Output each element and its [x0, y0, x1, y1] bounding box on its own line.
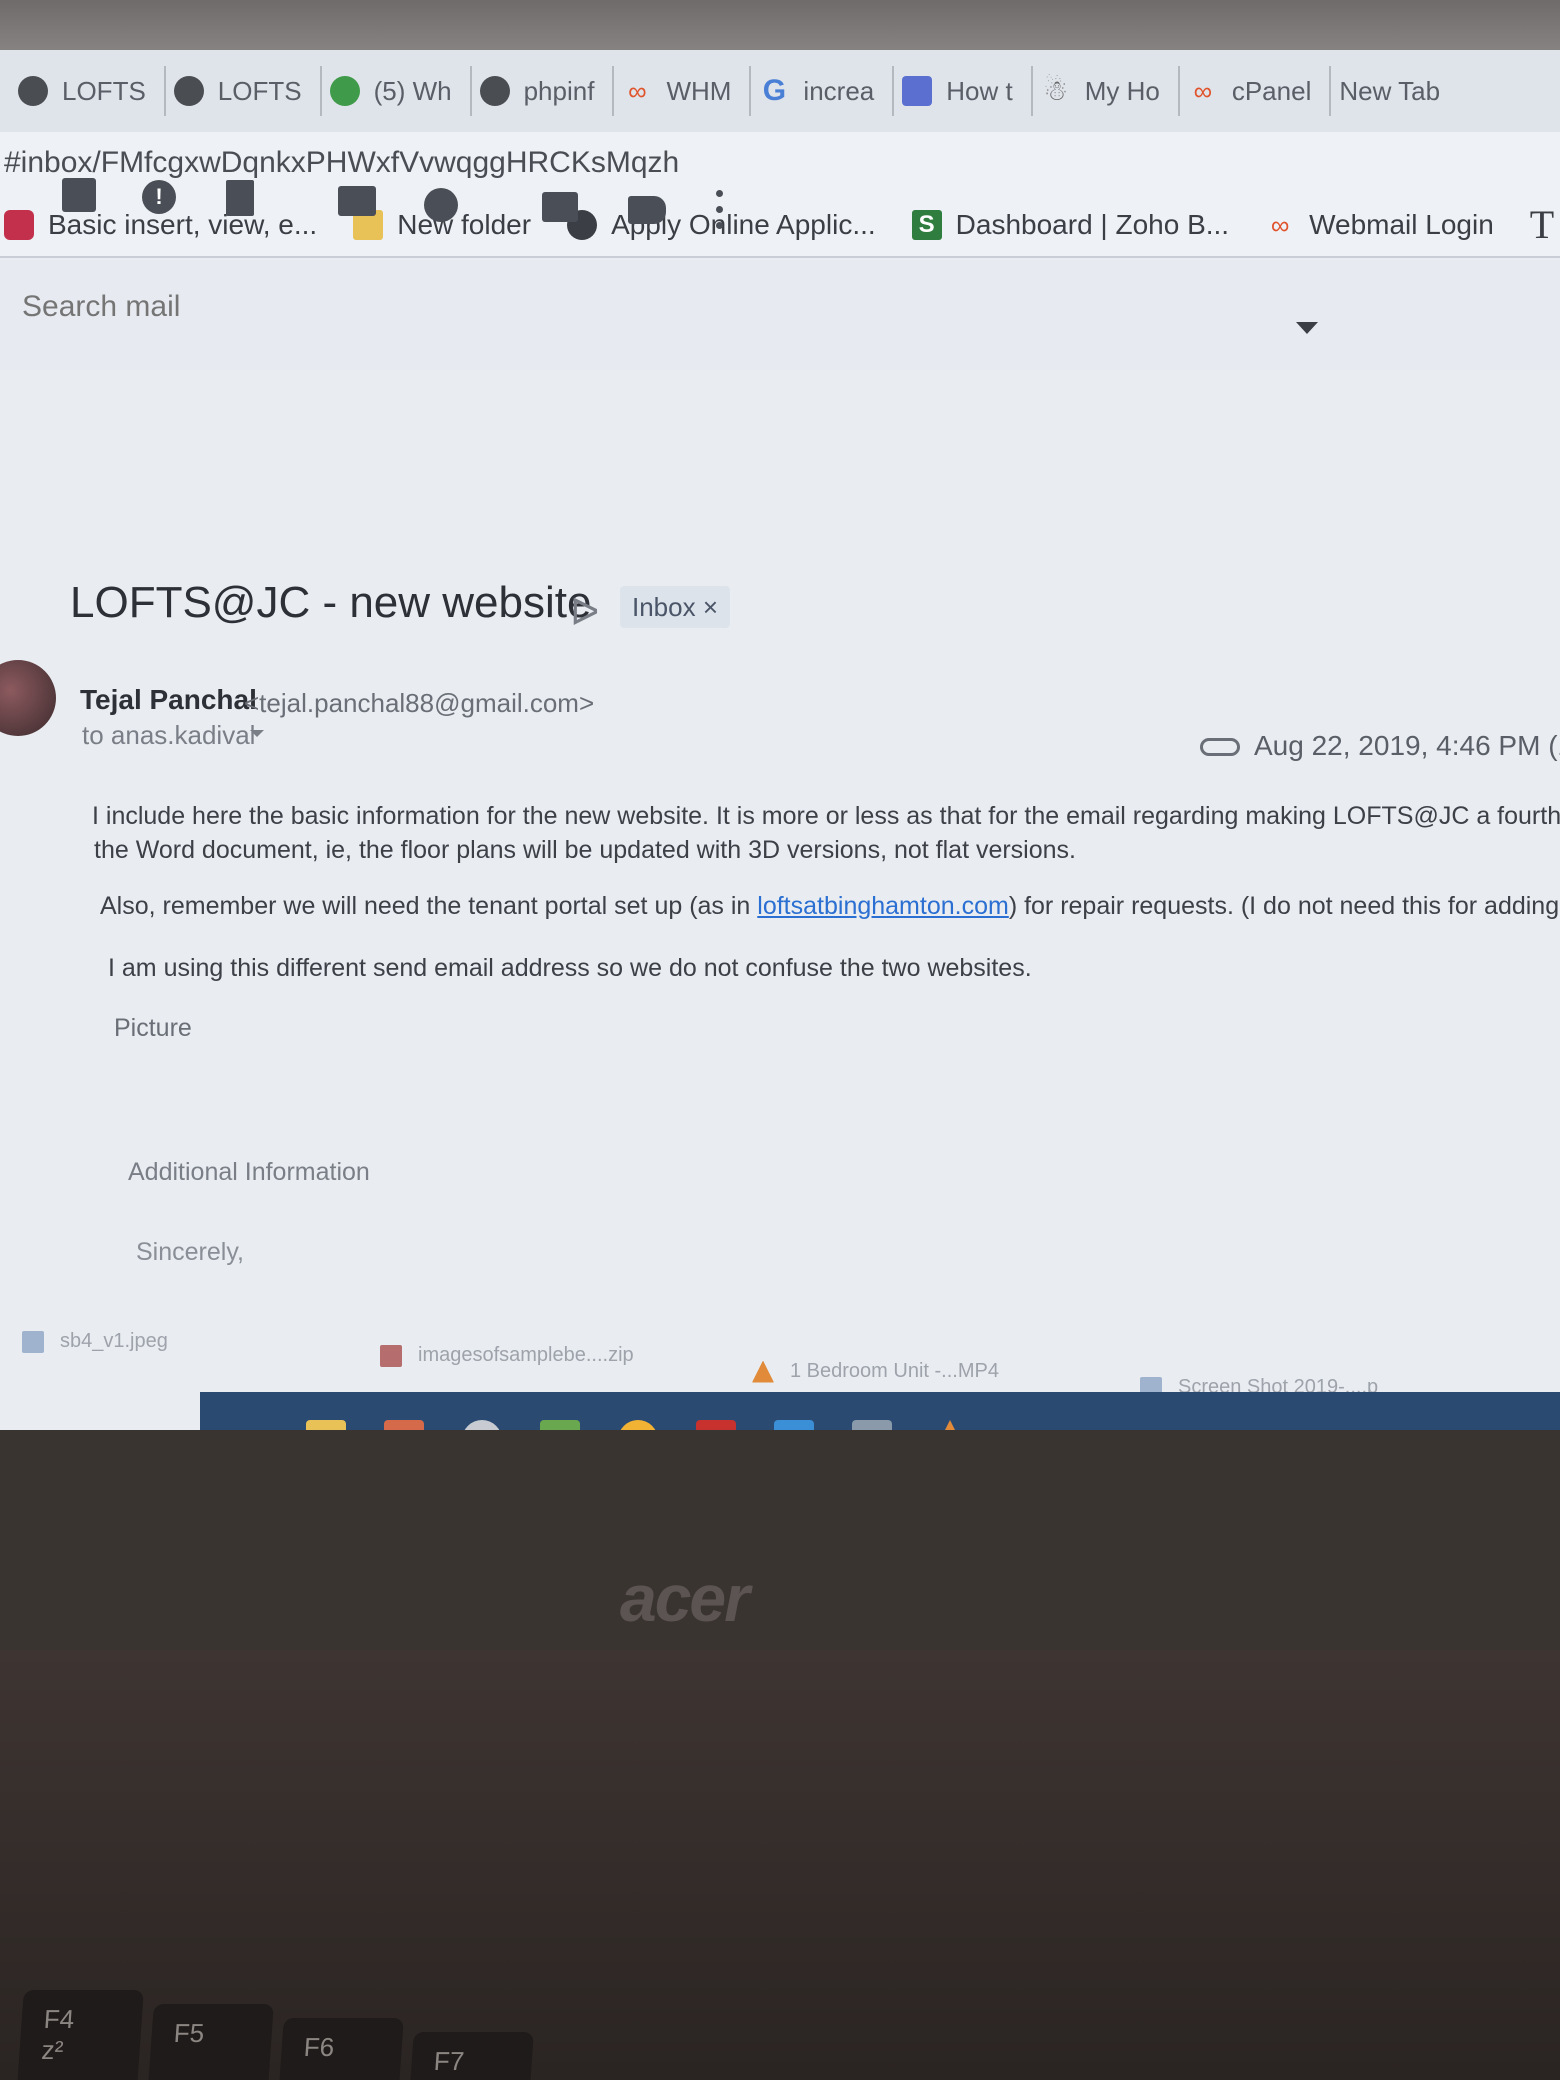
t-icon: T — [1529, 202, 1555, 247]
tab-how-to[interactable]: How t — [894, 66, 1033, 116]
avatar[interactable] — [0, 660, 56, 736]
attachment-icon — [1200, 738, 1240, 756]
keyboard-deck: F4 z² F5 F6 F7 — [0, 1650, 1560, 2080]
screen: LOFTS LOFTS (5) Wh phpinf ∞ WHM Gincrea H… — [0, 50, 1560, 1560]
move-to-icon[interactable] — [542, 192, 578, 222]
bookmark-label: New folder — [397, 209, 532, 240]
tab-cpanel[interactable]: ∞ cPanel — [1180, 66, 1332, 116]
globe-icon — [18, 76, 48, 106]
image-file-icon — [22, 1330, 44, 1353]
tab-whm[interactable]: ∞ WHM — [614, 66, 752, 116]
email-subject: LOFTS@JC - new website — [70, 578, 592, 627]
mark-unread-icon[interactable] — [338, 186, 376, 216]
tab-whatsapp[interactable]: (5) Wh — [322, 66, 472, 116]
brand-logo: acer — [620, 1561, 750, 1635]
tab-new-tab[interactable]: New Tab — [1331, 66, 1458, 116]
key-sub-label: z² — [40, 2035, 65, 2065]
tab-label: LOFTS — [62, 75, 146, 106]
body-line: Also, remember we will need the tenant p… — [100, 892, 1560, 921]
more-icon[interactable] — [716, 190, 724, 230]
search-options-caret-icon[interactable] — [1296, 322, 1318, 334]
globe-icon — [479, 76, 510, 106]
download-item[interactable]: sb4_v1.jpeg — [22, 1330, 168, 1353]
key-label: F4 — [42, 2004, 76, 2034]
sign-off: Sincerely, — [136, 1238, 244, 1266]
download-item[interactable]: imagesofsamplebe....zip — [380, 1344, 634, 1367]
laptop-bezel — [0, 1430, 1560, 1650]
body-line: I include here the basic information for… — [92, 802, 1560, 830]
download-name: imagesofsamplebe....zip — [418, 1344, 634, 1366]
url-text: #inbox/FMfcgxwDqnkxPHWxfVvwqggHRCKsMqzh — [4, 146, 680, 179]
search-area — [0, 260, 1560, 370]
body-line: I am using this different send email add… — [108, 954, 1032, 982]
bookmark-webmail[interactable]: ∞ Webmail Login — [1265, 209, 1494, 241]
report-spam-icon[interactable]: ! — [142, 180, 176, 214]
search-input[interactable] — [22, 290, 1222, 324]
bookmark-label: Dashboard | Zoho B... — [955, 209, 1230, 240]
tab-label: cPanel — [1231, 75, 1312, 106]
key-f7: F7 — [406, 2032, 534, 2080]
tab-google[interactable]: Gincrea — [751, 66, 895, 116]
bookmark-zoho[interactable]: S Dashboard | Zoho B... — [911, 209, 1230, 241]
key-f4: F4 z² — [16, 1990, 144, 2080]
inbox-label-chip[interactable]: Inbox × — [620, 586, 731, 628]
sender-email: <tejal.panchal88@gmail.com> — [244, 688, 595, 718]
archive-icon[interactable] — [62, 178, 96, 212]
bookmark-co[interactable]: TCo — [1529, 202, 1560, 247]
google-icon: G — [762, 74, 787, 107]
tab-label: How t — [946, 75, 1013, 106]
bookmark-label: Basic insert, view, e... — [48, 209, 318, 240]
website-link[interactable]: loftsatbinghamton.com — [757, 892, 1009, 920]
additional-info-heading: Additional Information — [128, 1158, 370, 1186]
tab-lofts-1[interactable]: LOFTS — [10, 66, 166, 116]
bookmark-red-icon — [4, 210, 34, 240]
tab-label: WHM — [666, 75, 732, 106]
tab-bar: LOFTS LOFTS (5) Wh phpinf ∞ WHM Gincrea H… — [0, 50, 1560, 132]
download-name: 1 Bedroom Unit -...MP4 — [790, 1360, 999, 1382]
body-text-span: ) for repair requests. (I do not need th… — [1008, 892, 1560, 920]
tab-phpinfo[interactable]: phpinf — [472, 66, 615, 116]
tab-lofts-2[interactable]: LOFTS — [166, 66, 322, 116]
key-f5: F5 — [146, 2004, 274, 2080]
cpanel-icon: ∞ — [1270, 210, 1290, 240]
download-item[interactable]: 1 Bedroom Unit -...MP4 — [752, 1360, 999, 1383]
zip-file-icon — [380, 1344, 402, 1367]
body-text-span: Also, remember we will need the tenant p… — [100, 892, 758, 920]
tab-label: (5) Wh — [373, 75, 452, 106]
download-name: sb4_v1.jpeg — [60, 1330, 168, 1352]
importance-marker-icon[interactable]: ᐅ — [570, 590, 599, 635]
tab-label: My Ho — [1084, 75, 1160, 106]
delete-icon[interactable] — [226, 180, 254, 216]
picture-heading: Picture — [114, 1014, 192, 1042]
body-line: the Word document, ie, the floor plans w… — [94, 836, 1076, 864]
globe-icon — [173, 76, 204, 106]
tab-label: New Tab — [1339, 75, 1441, 106]
sender-name: Tejal Panchal — [80, 684, 257, 715]
tab-my-ho[interactable]: ☃ My Ho — [1033, 66, 1180, 116]
tab-label: phpinf — [523, 75, 595, 106]
cpanel-icon: ∞ — [1193, 76, 1213, 106]
email-date: Aug 22, 2019, 4:46 PM (15 — [1254, 730, 1560, 761]
site-icon — [902, 76, 933, 106]
downloads-bar: sb4_v1.jpeg imagesofsamplebe....zip 1 Be… — [0, 1318, 1560, 1399]
tab-label: increa — [803, 75, 875, 106]
bookmark-label: Webmail Login — [1309, 209, 1494, 240]
key-f6: F6 — [276, 2018, 404, 2080]
recipient-line: to anas.kadival — [82, 720, 256, 750]
whatsapp-icon — [329, 76, 360, 106]
recipient-details-caret-icon[interactable] — [250, 730, 264, 737]
cpanel-icon: ∞ — [628, 76, 647, 106]
tab-label: LOFTS — [217, 75, 302, 106]
bot-icon: ☃ — [1043, 75, 1069, 106]
label-icon[interactable] — [628, 196, 666, 224]
vlc-file-icon — [752, 1360, 774, 1383]
zoho-icon: S — [911, 210, 942, 240]
snooze-icon[interactable] — [424, 188, 458, 222]
